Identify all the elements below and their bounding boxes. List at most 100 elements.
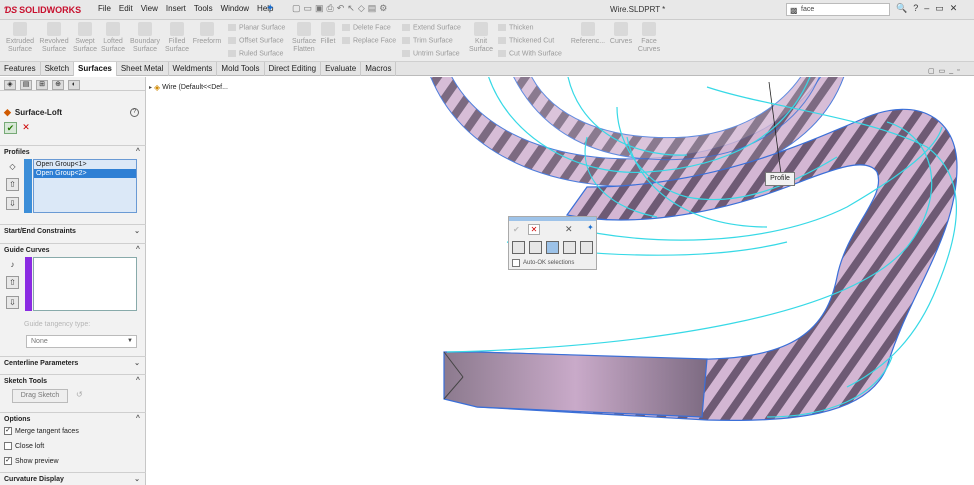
- guide-curves-section-header[interactable]: Guide Curves ^: [0, 243, 146, 256]
- knit-surface-button[interactable]: Knit Surface: [468, 22, 494, 54]
- select-regions-icon[interactable]: [580, 241, 593, 254]
- restore-icon[interactable]: ▭: [935, 3, 944, 14]
- undo-sketch-drag-icon[interactable]: ↺: [76, 390, 83, 399]
- tile-view-icon[interactable]: ▭: [939, 67, 946, 75]
- merge-tangent-faces-option[interactable]: ✓ Merge tangent faces: [4, 427, 79, 435]
- options-section-header[interactable]: Options ^: [0, 412, 146, 425]
- profile-callout[interactable]: Profile: [765, 172, 795, 186]
- menu-file[interactable]: File: [94, 4, 115, 13]
- thickened-cut-button[interactable]: Thickened Cut: [498, 37, 554, 44]
- graphics-area[interactable]: [147, 77, 974, 485]
- planar-surface-button[interactable]: Planar Surface: [228, 24, 285, 31]
- centerline-parameters-header[interactable]: Centerline Parameters ⌄: [0, 356, 146, 369]
- list-item[interactable]: Open Group<1>: [34, 160, 136, 169]
- tab-sketch[interactable]: Sketch: [41, 62, 75, 76]
- pin-icon[interactable]: ✦: [266, 3, 278, 15]
- thicken-button[interactable]: Thicken: [498, 24, 534, 31]
- delete-face-button[interactable]: Delete Face: [342, 24, 391, 31]
- options-icon[interactable]: ⚙: [379, 3, 387, 14]
- move-up-button[interactable]: ⇧: [6, 178, 19, 191]
- profiles-section-header[interactable]: Profiles ^: [0, 145, 146, 158]
- drag-sketch-button[interactable]: Drag Sketch: [12, 389, 68, 403]
- expand-icon[interactable]: ▸: [149, 84, 152, 91]
- boundary-surface-button[interactable]: Boundary Surface: [128, 22, 162, 54]
- tab-mold-tools[interactable]: Mold Tools: [217, 62, 265, 76]
- select-faces-icon[interactable]: [512, 241, 525, 254]
- close-loft-option[interactable]: Close loft: [4, 442, 44, 450]
- extruded-surface-button[interactable]: Extruded Surface: [4, 22, 36, 54]
- menu-edit[interactable]: Edit: [115, 4, 137, 13]
- close-icon[interactable]: ✕: [950, 3, 958, 14]
- show-preview-option[interactable]: ✓ Show preview: [4, 457, 59, 465]
- split-view-icon[interactable]: ▢: [928, 67, 935, 75]
- feature-tree-root[interactable]: ▸ ◈ Wire (Default<<Def...: [149, 83, 228, 92]
- show-preview-checkbox[interactable]: ✓: [4, 457, 12, 465]
- profiles-list[interactable]: Open Group<1> Open Group<2>: [33, 159, 137, 213]
- move-down-button[interactable]: ⇩: [6, 197, 19, 210]
- viewport-minimize-icon[interactable]: _: [949, 67, 953, 75]
- ruled-surface-button[interactable]: Ruled Surface: [228, 50, 283, 57]
- open-icon[interactable]: ▭: [304, 3, 313, 14]
- clear-selections-icon[interactable]: ✕: [565, 224, 573, 235]
- extend-surface-button[interactable]: Extend Surface: [402, 24, 461, 31]
- help-icon[interactable]: ?: [130, 108, 139, 117]
- list-item[interactable]: Open Group<2>: [34, 169, 136, 178]
- rebuild-icon[interactable]: ◇: [358, 3, 365, 14]
- minimize-icon[interactable]: –: [924, 3, 929, 14]
- menu-view[interactable]: View: [137, 4, 162, 13]
- auto-ok-checkbox[interactable]: [512, 259, 520, 267]
- viewport-restore-icon[interactable]: ▫: [957, 67, 959, 75]
- revolved-surface-button[interactable]: Revolved Surface: [38, 22, 70, 54]
- auto-ok-row[interactable]: Auto-OK selections: [512, 259, 574, 267]
- start-end-constraints-header[interactable]: Start/End Constraints ⌄: [0, 224, 146, 237]
- menu-tools[interactable]: Tools: [190, 4, 217, 13]
- configuration-manager-tab[interactable]: ⊞: [36, 80, 48, 90]
- search-icon[interactable]: 🔍: [896, 3, 907, 14]
- reference-geometry-button[interactable]: Referenc...: [570, 22, 606, 46]
- filled-surface-button[interactable]: Filled Surface: [164, 22, 190, 54]
- tab-evaluate[interactable]: Evaluate: [321, 62, 362, 76]
- tab-features[interactable]: Features: [0, 62, 41, 76]
- swept-surface-button[interactable]: Swept Surface: [72, 22, 98, 54]
- sketch-tools-header[interactable]: Sketch Tools ^: [0, 374, 146, 387]
- tab-sheet-metal[interactable]: Sheet Metal: [117, 62, 169, 76]
- select-edges-icon[interactable]: [529, 241, 542, 254]
- search-input[interactable]: ▩ face: [786, 3, 890, 16]
- guide-move-up-button[interactable]: ⇧: [6, 276, 19, 289]
- tab-macros[interactable]: Macros: [361, 62, 397, 76]
- surface-flatten-button[interactable]: Surface Flatten: [290, 22, 318, 54]
- fillet-button[interactable]: Fillet: [318, 22, 338, 46]
- selection-cancel-button[interactable]: ✕: [528, 224, 540, 235]
- selection-pin-icon[interactable]: ✦: [587, 223, 594, 232]
- freeform-button[interactable]: Freeform: [192, 22, 222, 46]
- tab-weldments[interactable]: Weldments: [169, 62, 218, 76]
- undo-icon[interactable]: ↶: [337, 3, 345, 14]
- dimxpert-manager-tab[interactable]: ⊕: [52, 80, 64, 90]
- file-properties-icon[interactable]: ▤: [368, 3, 377, 14]
- face-curves-button[interactable]: Face Curves: [636, 22, 662, 54]
- save-icon[interactable]: ▣: [315, 3, 324, 14]
- property-manager-tab[interactable]: ▤: [20, 80, 32, 90]
- curvature-display-header[interactable]: Curvature Display ⌄: [0, 472, 146, 485]
- print-icon[interactable]: ⎙: [327, 3, 334, 14]
- display-manager-tab[interactable]: ◐: [68, 80, 80, 90]
- close-loft-checkbox[interactable]: [4, 442, 12, 450]
- new-icon[interactable]: ▢: [292, 3, 301, 14]
- offset-surface-button[interactable]: Offset Surface: [228, 37, 284, 44]
- selection-toolbar-drag-bar[interactable]: [509, 217, 596, 221]
- guide-curves-list[interactable]: [33, 257, 137, 311]
- untrim-surface-button[interactable]: Untrim Surface: [402, 50, 460, 57]
- menu-window[interactable]: Window: [217, 4, 253, 13]
- lofted-surface-button[interactable]: Lofted Surface: [100, 22, 126, 54]
- cut-with-surface-button[interactable]: Cut With Surface: [498, 50, 562, 57]
- tab-direct-editing[interactable]: Direct Editing: [265, 62, 322, 76]
- help-menu-icon[interactable]: ?: [913, 3, 918, 14]
- guide-tangency-select[interactable]: None ▼: [26, 335, 137, 348]
- selection-ok-icon[interactable]: ✔: [513, 225, 520, 234]
- cancel-button[interactable]: ✕: [21, 122, 31, 134]
- menu-insert[interactable]: Insert: [162, 4, 190, 13]
- merge-tangent-faces-checkbox[interactable]: ✓: [4, 427, 12, 435]
- select-surfaces-icon[interactable]: [563, 241, 576, 254]
- tab-surfaces[interactable]: Surfaces: [74, 62, 117, 76]
- feature-manager-tab[interactable]: ◈: [4, 80, 16, 90]
